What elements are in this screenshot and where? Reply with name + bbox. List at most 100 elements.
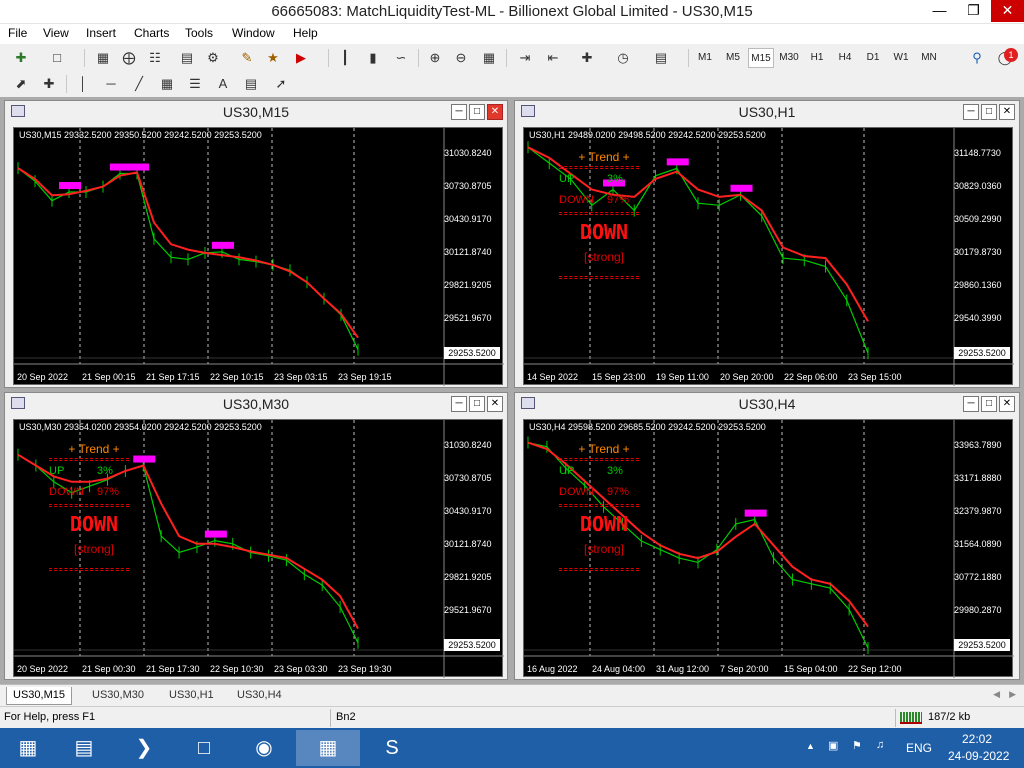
time-label: 31 Aug 12:00 bbox=[656, 664, 710, 674]
tab-us30-h4[interactable]: US30,H4 bbox=[231, 687, 288, 705]
tf-h4[interactable]: H4 bbox=[832, 48, 858, 68]
window-minimize-icon[interactable]: ─ bbox=[963, 104, 979, 120]
tf-h1[interactable]: H1 bbox=[804, 48, 830, 68]
market-watch-icon[interactable]: ▦ bbox=[92, 48, 114, 68]
menu-bar: File View Insert Charts Tools Window Hel… bbox=[0, 24, 1024, 44]
data-window-icon[interactable]: ⨁ bbox=[118, 48, 140, 68]
strength-label: [strong] bbox=[583, 250, 625, 264]
menu-view[interactable]: View bbox=[43, 26, 69, 40]
autotrading-icon[interactable]: ▶ bbox=[290, 48, 312, 68]
tile-windows-icon[interactable]: ▦ bbox=[478, 48, 500, 68]
chart-window-m15[interactable]: US30,M15 ─ □ ✕ US30,M15 29332.5200 29350… bbox=[4, 100, 508, 388]
window-close-icon[interactable]: ✕ bbox=[999, 396, 1015, 412]
search-icon[interactable]: ⚲ bbox=[966, 48, 988, 68]
menu-insert[interactable]: Insert bbox=[86, 26, 116, 40]
window-maximize-icon[interactable]: □ bbox=[981, 396, 997, 412]
zoom-in-icon[interactable]: ⊕ bbox=[424, 48, 446, 68]
chart-window-m30[interactable]: US30,M30 ─ □ ✕ US30,M30 29354.0200 29354… bbox=[4, 392, 508, 680]
window-close-icon[interactable]: ✕ bbox=[487, 104, 503, 120]
bar-chart-icon[interactable]: ┃ bbox=[334, 48, 356, 68]
periods-icon[interactable]: ◷ bbox=[612, 48, 634, 68]
window-maximize-icon[interactable]: □ bbox=[981, 104, 997, 120]
tray-flag-icon[interactable]: ⚑ bbox=[852, 739, 862, 752]
tray-network-icon[interactable]: ▣ bbox=[828, 739, 838, 752]
chart-window-h1[interactable]: US30,H1 ─ □ ✕ US30,H1 29489.0200 29498.5… bbox=[514, 100, 1020, 388]
tab-us30-h1[interactable]: US30,H1 bbox=[163, 687, 220, 705]
line-chart-icon[interactable]: ∽ bbox=[390, 48, 412, 68]
arrows-icon[interactable]: ➚ bbox=[270, 74, 292, 94]
candlestick-icon[interactable]: ▮ bbox=[362, 48, 384, 68]
menu-help[interactable]: Help bbox=[293, 26, 318, 40]
menu-tools[interactable]: Tools bbox=[185, 26, 213, 40]
mdi-area: US30,M15 ─ □ ✕ US30,M15 29332.5200 29350… bbox=[0, 97, 1024, 684]
window-minimize-icon[interactable]: ─ bbox=[451, 104, 467, 120]
navigator-icon[interactable]: ☷ bbox=[144, 48, 166, 68]
tf-w1[interactable]: W1 bbox=[888, 48, 914, 68]
window-close-icon[interactable]: ✕ bbox=[487, 396, 503, 412]
price-chart[interactable]: US30,H4 29598.5200 29685.5200 29242.5200… bbox=[523, 419, 1014, 678]
cursor-icon[interactable]: ⬈ bbox=[10, 74, 32, 94]
tab-scroll-right-icon[interactable]: ▶ bbox=[1009, 689, 1016, 700]
metaeditor-icon[interactable]: ★ bbox=[262, 48, 284, 68]
trend-panel: + Trend + UP 3% DOWN 97% DOWN [strong] bbox=[559, 150, 649, 279]
label-icon[interactable]: ▤ bbox=[240, 74, 262, 94]
time-label: 15 Sep 23:00 bbox=[592, 372, 646, 382]
clock-time[interactable]: 22:02 bbox=[962, 732, 992, 746]
autoscroll-icon[interactable]: ⇥ bbox=[514, 48, 536, 68]
window-minimize-icon[interactable]: ─ bbox=[451, 396, 467, 412]
restore-icon[interactable]: ❐ bbox=[957, 0, 990, 22]
vertical-line-icon[interactable]: │ bbox=[72, 74, 94, 94]
window-maximize-icon[interactable]: □ bbox=[469, 396, 485, 412]
server-manager-icon[interactable]: ▤ bbox=[56, 730, 112, 766]
window-minimize-icon[interactable]: ─ bbox=[963, 396, 979, 412]
line-studies-toolbar: ⬈ ✚ │ ─ ╱ ▦ ☰ A ▤ ➚ bbox=[0, 72, 1024, 97]
tf-mn[interactable]: MN bbox=[916, 48, 942, 68]
text-icon[interactable]: A bbox=[212, 74, 234, 94]
strategy-tester-icon[interactable]: ⚙ bbox=[202, 48, 224, 68]
new-order-icon[interactable]: ✎ bbox=[236, 48, 258, 68]
chrome-icon[interactable]: ◉ bbox=[236, 730, 292, 766]
price-chart[interactable]: US30,H1 29489.0200 29498.5200 29242.5200… bbox=[523, 127, 1014, 386]
chart-window-h4[interactable]: US30,H4 ─ □ ✕ US30,H4 29598.5200 29685.5… bbox=[514, 392, 1020, 680]
price-chart[interactable]: US30,M30 29354.0200 29354.0200 29242.520… bbox=[13, 419, 504, 678]
horizontal-line-icon[interactable]: ─ bbox=[100, 74, 122, 94]
channel-icon[interactable]: ▦ bbox=[156, 74, 178, 94]
fibonacci-icon[interactable]: ☰ bbox=[184, 74, 206, 94]
menu-file[interactable]: File bbox=[8, 26, 27, 40]
tray-expand-icon[interactable]: ▲ bbox=[806, 741, 815, 751]
tf-m15[interactable]: M15 bbox=[748, 48, 774, 68]
clock-date[interactable]: 24-09-2022 bbox=[948, 749, 1009, 763]
terminal-icon[interactable]: ▤ bbox=[176, 48, 198, 68]
close-icon[interactable]: ✕ bbox=[991, 0, 1024, 22]
menu-charts[interactable]: Charts bbox=[134, 26, 169, 40]
powershell-icon[interactable]: ❯ bbox=[116, 730, 172, 766]
profiles-icon[interactable]: □ bbox=[46, 48, 68, 68]
crosshair-icon[interactable]: ✚ bbox=[38, 74, 60, 94]
new-chart-icon[interactable]: ✚ bbox=[10, 48, 32, 68]
tab-scroll-left-icon[interactable]: ◀ bbox=[993, 689, 1000, 700]
up-label: UP 3% bbox=[559, 465, 623, 477]
language-indicator[interactable]: ENG bbox=[906, 741, 932, 755]
tab-us30-m30[interactable]: US30,M30 bbox=[86, 687, 150, 705]
indicators-icon[interactable]: ✚ bbox=[576, 48, 598, 68]
tf-m1[interactable]: M1 bbox=[692, 48, 718, 68]
tf-m30[interactable]: M30 bbox=[776, 48, 802, 68]
window-maximize-icon[interactable]: □ bbox=[469, 104, 485, 120]
terminal-app-icon[interactable]: S bbox=[362, 730, 422, 766]
tf-d1[interactable]: D1 bbox=[860, 48, 886, 68]
zoom-out-icon[interactable]: ⊖ bbox=[450, 48, 472, 68]
tab-us30-m15[interactable]: US30,M15 bbox=[6, 687, 72, 705]
chart-shift-icon[interactable]: ⇤ bbox=[542, 48, 564, 68]
tf-m5[interactable]: M5 bbox=[720, 48, 746, 68]
trading-app-icon[interactable]: ▦ bbox=[296, 730, 360, 766]
chart-window-title: US30,M30 bbox=[222, 396, 290, 412]
templates-icon[interactable]: ▤ bbox=[650, 48, 672, 68]
start-icon[interactable]: ▦ bbox=[0, 730, 56, 766]
menu-window[interactable]: Window bbox=[232, 26, 275, 40]
speaker-icon[interactable]: ♫ bbox=[876, 739, 884, 751]
price-chart[interactable]: US30,M15 29332.5200 29350.5200 29242.520… bbox=[13, 127, 504, 386]
window-close-icon[interactable]: ✕ bbox=[999, 104, 1015, 120]
trendline-icon[interactable]: ╱ bbox=[128, 74, 150, 94]
file-explorer-icon[interactable]: □ bbox=[176, 730, 232, 766]
minimize-icon[interactable]: — bbox=[923, 0, 956, 22]
